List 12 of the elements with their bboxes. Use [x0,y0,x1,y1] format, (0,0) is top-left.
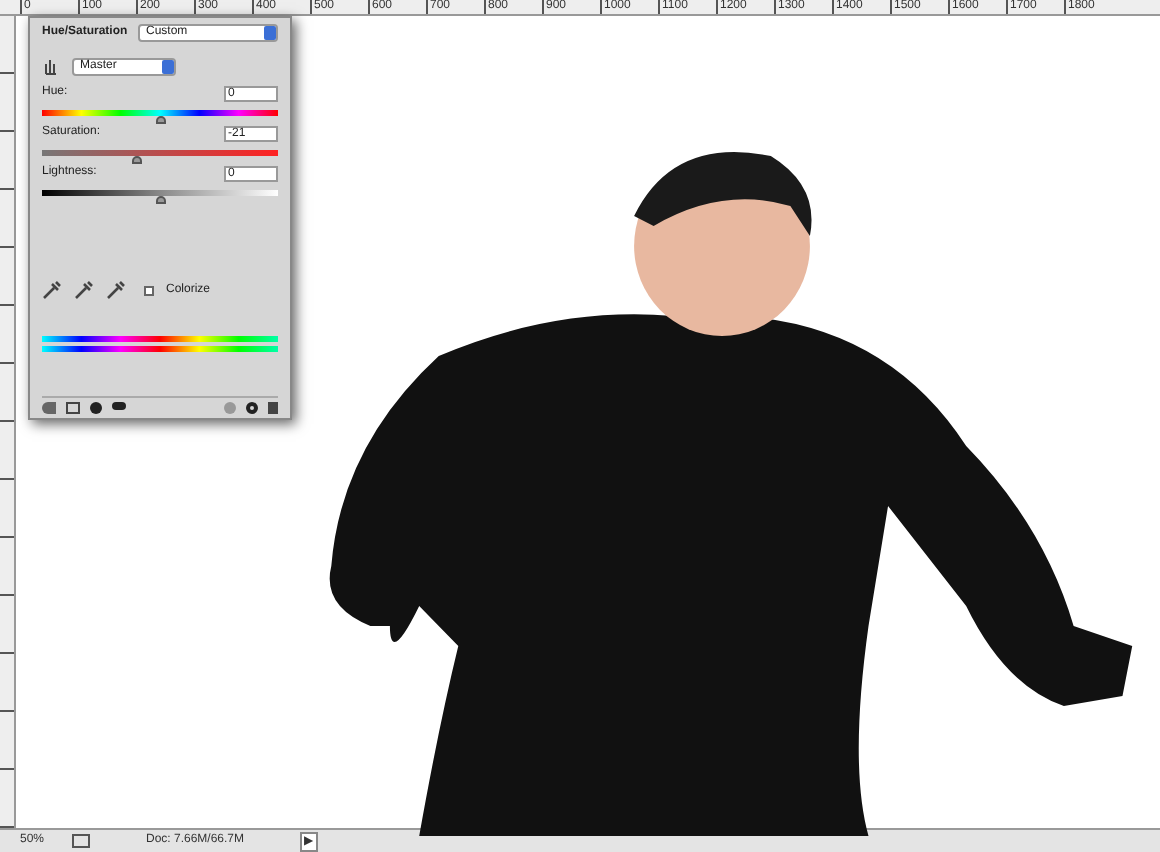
colorize-checkbox[interactable] [144,285,154,295]
eyedropper-icon[interactable] [42,280,62,300]
reset-icon[interactable] [246,402,258,414]
slider-thumb[interactable] [132,156,143,164]
slider-thumb[interactable] [156,196,166,204]
slider-thumb[interactable] [156,116,166,124]
document-icon[interactable] [72,834,90,848]
eyedropper-icon[interactable] [74,280,94,300]
layers-icon[interactable] [66,402,80,414]
eyedropper-icon[interactable] [106,280,126,300]
hand-icon[interactable] [42,58,60,76]
eye-icon[interactable] [112,402,126,410]
